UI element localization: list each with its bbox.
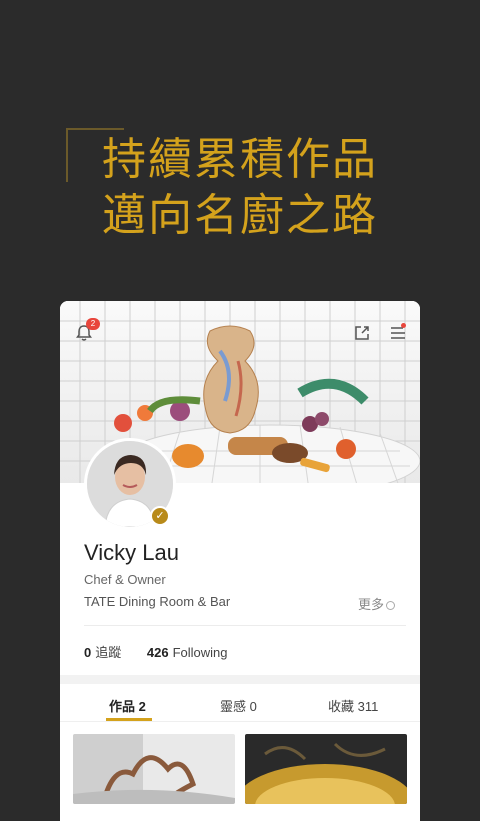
tab-collection[interactable]: 收藏 311 xyxy=(328,696,378,715)
more-button[interactable]: 更多 xyxy=(358,594,396,613)
following-label: Following xyxy=(172,645,228,660)
tab-inspiration[interactable]: 靈感 0 xyxy=(220,696,257,715)
share-button[interactable] xyxy=(352,323,372,343)
work-thumbnail-image xyxy=(73,734,235,804)
tab-divider xyxy=(60,721,420,722)
more-arrow-icon xyxy=(386,601,396,611)
profile-name: Vicky Lau xyxy=(84,540,179,565)
work-thumbnail-image xyxy=(245,734,407,804)
menu-notification-dot xyxy=(401,323,406,328)
promo-headline: 持續累積作品 邁向名廚之路 xyxy=(0,132,480,244)
profile-restaurant: TATE Dining Room & Bar xyxy=(84,594,231,609)
share-icon xyxy=(355,326,369,340)
more-label: 更多 xyxy=(358,597,385,612)
following-count: 426 xyxy=(146,645,169,660)
following-stat[interactable]: 426 Following xyxy=(147,645,228,660)
section-gap xyxy=(60,675,420,684)
notification-count-badge: 2 xyxy=(86,318,100,330)
work-thumbnail[interactable] xyxy=(245,734,407,804)
followers-stat[interactable]: 0 追蹤 xyxy=(84,645,125,660)
profile-title: Chef & Owner xyxy=(84,572,166,587)
work-thumbnail[interactable] xyxy=(73,734,235,804)
follow-stats: 0 追蹤 426 Following xyxy=(84,642,228,661)
divider xyxy=(84,625,406,626)
followers-label: 追蹤 xyxy=(95,645,122,660)
headline-line-2: 邁向名廚之路 xyxy=(102,190,378,241)
headline-line-1: 持續累積作品 xyxy=(102,134,378,185)
tab-works[interactable]: 作品 2 xyxy=(109,696,146,715)
verified-badge-icon: ✓ xyxy=(150,506,170,526)
followers-count: 0 xyxy=(84,645,92,660)
